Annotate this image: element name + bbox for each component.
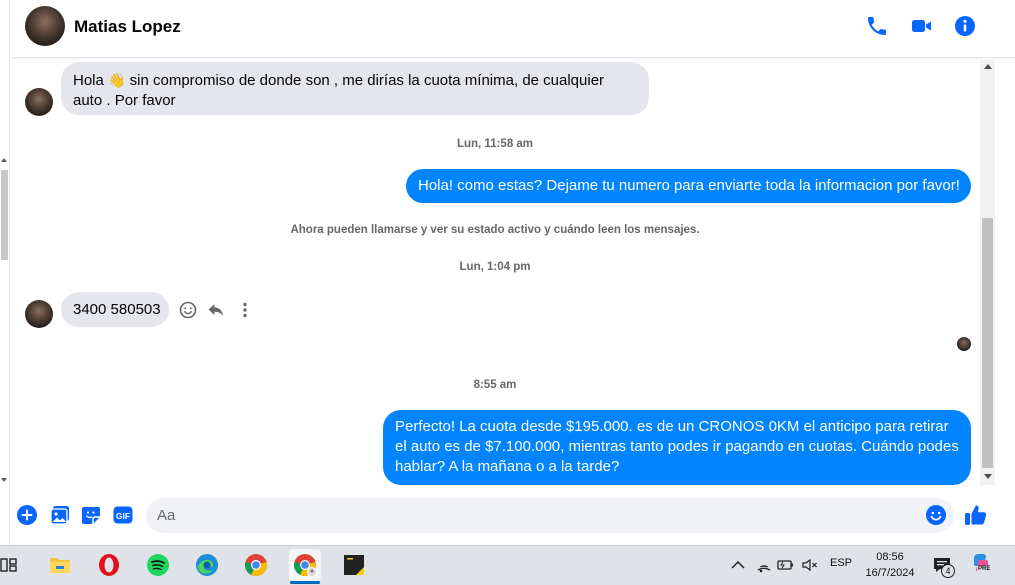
contact-name[interactable]: Matias Lopez (74, 17, 181, 37)
page-scrollbar[interactable] (0, 0, 10, 545)
sticker-icon[interactable] (80, 504, 102, 526)
chat-scroll-down-arrow[interactable] (984, 474, 992, 479)
notification-count-badge: 4 (941, 564, 955, 578)
info-icon[interactable] (953, 14, 977, 38)
gif-label: GIF (116, 511, 130, 521)
sender-avatar[interactable] (25, 88, 53, 116)
pre-badge: PRE (977, 566, 992, 572)
notifications-button[interactable]: 4 (932, 555, 956, 579)
sender-avatar[interactable] (25, 300, 53, 328)
input-language[interactable]: ESP (830, 557, 852, 569)
message-text: Hola (73, 72, 109, 89)
page-scroll-thumb[interactable] (1, 170, 8, 260)
taskbar-file-explorer[interactable] (44, 549, 76, 581)
message-input[interactable] (146, 498, 954, 533)
opera-icon (99, 554, 119, 576)
taskbar-spotify[interactable] (142, 549, 174, 581)
clock[interactable]: 08:56 16/7/2024 (860, 549, 920, 581)
taskbar-sticky-notes[interactable] (338, 549, 370, 581)
active-app-indicator (290, 581, 320, 584)
timestamp: Lun, 1:04 pm (459, 261, 531, 273)
phone-icon[interactable] (865, 14, 889, 38)
taskbar-opera[interactable] (93, 549, 125, 581)
video-call-icon[interactable] (910, 14, 934, 38)
chevron-up-icon[interactable] (731, 559, 745, 571)
chrome-profile-icon (294, 554, 317, 577)
waving-hand-emoji: 👋 (108, 72, 126, 88)
message-text: sin compromiso de donde son , me dirías … (73, 72, 605, 109)
plus-icon[interactable] (16, 504, 38, 526)
messenger-window: Matias Lopez Hola 👋 sin compromiso de do… (0, 0, 1015, 585)
battery-icon[interactable] (777, 557, 795, 573)
clock-date: 16/7/2024 (865, 567, 915, 579)
chrome-icon (245, 554, 267, 576)
contact-avatar[interactable] (25, 6, 65, 46)
sticky-notes-icon (344, 555, 364, 575)
reply-icon[interactable] (206, 300, 226, 320)
gif-icon[interactable]: GIF (112, 504, 134, 526)
chat-header: Matias Lopez (11, 0, 1015, 58)
copilot-preview-button[interactable]: PRE (970, 552, 994, 578)
page-scroll-up-arrow[interactable] (1, 158, 7, 162)
volume-muted-icon[interactable] (801, 557, 819, 573)
more-options-icon[interactable] (235, 300, 255, 320)
timestamp: 8:55 am (473, 379, 517, 391)
folder-icon (50, 558, 70, 573)
chat-scrollbar-thumb[interactable] (982, 218, 993, 468)
emoji-picker-icon[interactable] (925, 504, 947, 526)
taskbar-edge[interactable] (191, 549, 223, 581)
spotify-icon (147, 554, 169, 576)
outgoing-message[interactable]: Perfecto! La cuota desde $195.000. es de… (383, 410, 971, 485)
incoming-message[interactable]: 3400 580503 (61, 292, 169, 327)
system-notice: Ahora pueden llamarse y ver su estado ac… (290, 224, 700, 236)
taskbar-chrome-profile[interactable] (289, 549, 321, 581)
wifi-icon[interactable] (756, 557, 772, 573)
chat-scroll-up-arrow[interactable] (984, 64, 992, 69)
edge-icon (196, 554, 218, 576)
page-scroll-down-arrow[interactable] (1, 478, 7, 482)
seen-indicator-avatar (957, 337, 971, 351)
task-view-icon[interactable] (0, 556, 18, 574)
clock-time: 08:56 (876, 551, 904, 563)
taskbar-chrome[interactable] (240, 549, 272, 581)
incoming-message[interactable]: Hola 👋 sin compromiso de donde son , me … (61, 62, 649, 115)
react-emoji-icon[interactable] (178, 300, 198, 320)
thumbs-up-icon[interactable] (963, 502, 989, 528)
photo-icon[interactable] (49, 504, 71, 526)
timestamp: Lun, 11:58 am (456, 138, 534, 150)
outgoing-message[interactable]: Hola! como estas? Dejame tu numero para … (406, 169, 971, 203)
